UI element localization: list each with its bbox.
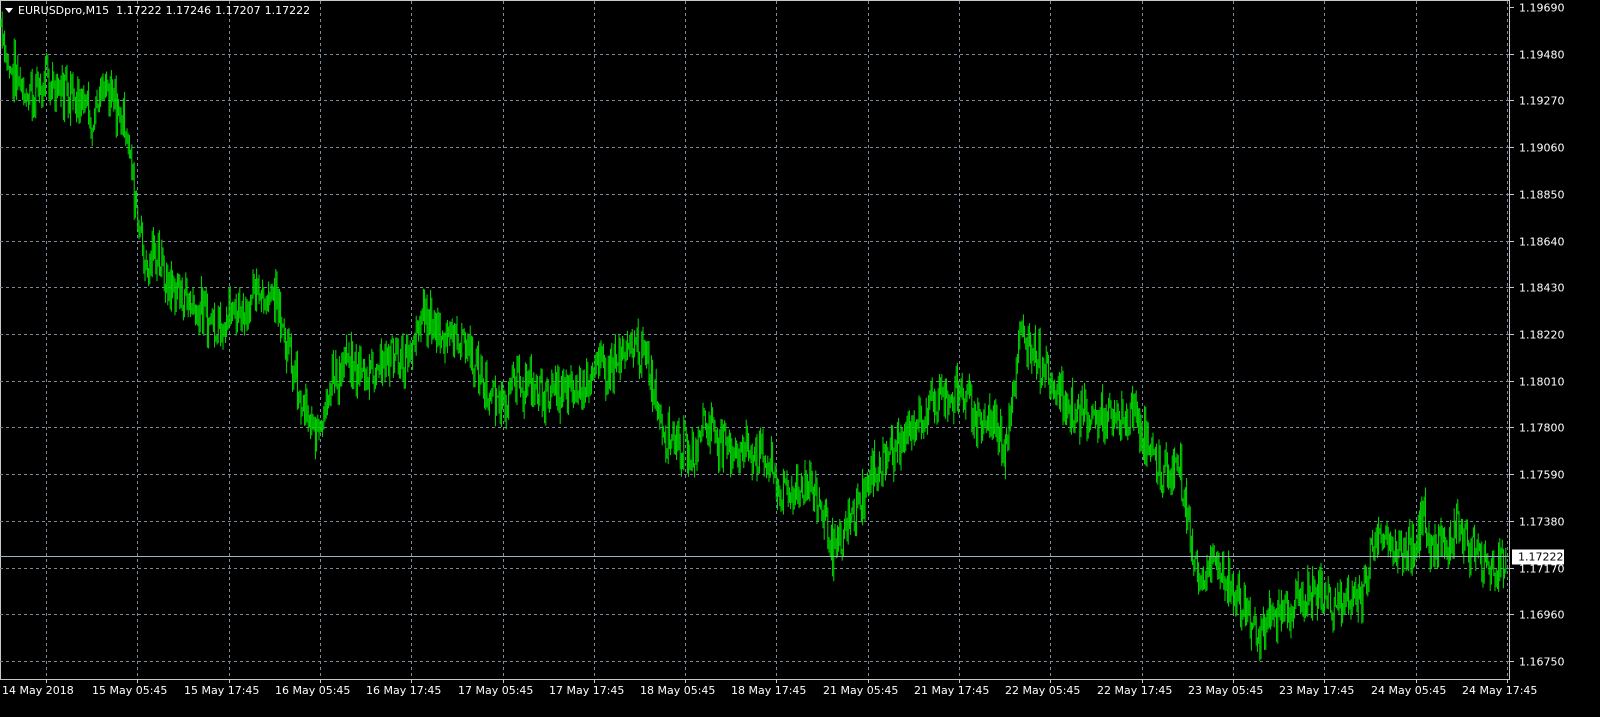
time-tick-label: 22 May 17:45 xyxy=(1097,684,1173,697)
price-tick-label: 1.18430 xyxy=(1519,281,1565,294)
price-tick-label: 1.18220 xyxy=(1519,328,1565,341)
collapse-triangle-icon[interactable] xyxy=(5,7,13,13)
price-tick-label: 1.17590 xyxy=(1519,468,1565,481)
open-price: 1.17222 xyxy=(116,3,162,17)
time-tick-label: 24 May 17:45 xyxy=(1462,684,1538,697)
price-tick-label: 1.19270 xyxy=(1519,94,1565,107)
price-series xyxy=(0,11,1507,661)
price-tick-label: 1.16750 xyxy=(1519,655,1565,668)
price-tick-label: 1.18640 xyxy=(1519,235,1565,248)
plot-frame xyxy=(0,0,1510,680)
time-tick-label: 18 May 05:45 xyxy=(640,684,716,697)
price-tick-label: 1.18850 xyxy=(1519,188,1565,201)
chart-header: EURUSDpro,M15 1.17222 1.17246 1.17207 1.… xyxy=(2,2,310,18)
time-tick-label: 18 May 17:45 xyxy=(731,684,807,697)
price-tick-label: 1.19480 xyxy=(1519,48,1565,61)
time-tick-label: 16 May 17:45 xyxy=(366,684,442,697)
time-tick-label: 15 May 05:45 xyxy=(92,684,168,697)
price-tick-label: 1.17380 xyxy=(1519,515,1565,528)
time-tick-label: 16 May 05:45 xyxy=(275,684,351,697)
time-tick-label: 23 May 17:45 xyxy=(1279,684,1355,697)
price-tick-label: 1.18010 xyxy=(1519,375,1565,388)
time-tick-label: 17 May 17:45 xyxy=(549,684,625,697)
price-tick-label: 1.19060 xyxy=(1519,141,1565,154)
time-tick-label: 22 May 05:45 xyxy=(1005,684,1081,697)
high-price: 1.17246 xyxy=(165,3,212,17)
time-tick-label: 23 May 05:45 xyxy=(1188,684,1264,697)
close-price: 1.17222 xyxy=(264,3,311,17)
time-tick-label: 17 May 05:45 xyxy=(458,684,534,697)
price-tick-label: 1.19690 xyxy=(1519,1,1565,14)
price-tick-label: 1.16960 xyxy=(1519,608,1565,621)
time-tick-label: 14 May 2018 xyxy=(2,684,74,697)
time-tick-label: 24 May 05:45 xyxy=(1371,684,1447,697)
time-tick-label: 21 May 17:45 xyxy=(914,684,990,697)
symbol-timeframe-label: EURUSDpro,M15 xyxy=(18,3,110,17)
time-tick-label: 21 May 05:45 xyxy=(823,684,899,697)
time-tick-label: 15 May 17:45 xyxy=(184,684,260,697)
low-price: 1.17207 xyxy=(215,3,261,17)
chart-window[interactable]: EURUSDpro,M15 1.17222 1.17246 1.17207 1.… xyxy=(0,0,1600,717)
current-price-tag: 1.17222 xyxy=(1512,549,1564,564)
price-chart[interactable] xyxy=(0,0,1600,717)
price-tick-label: 1.17800 xyxy=(1519,421,1565,434)
